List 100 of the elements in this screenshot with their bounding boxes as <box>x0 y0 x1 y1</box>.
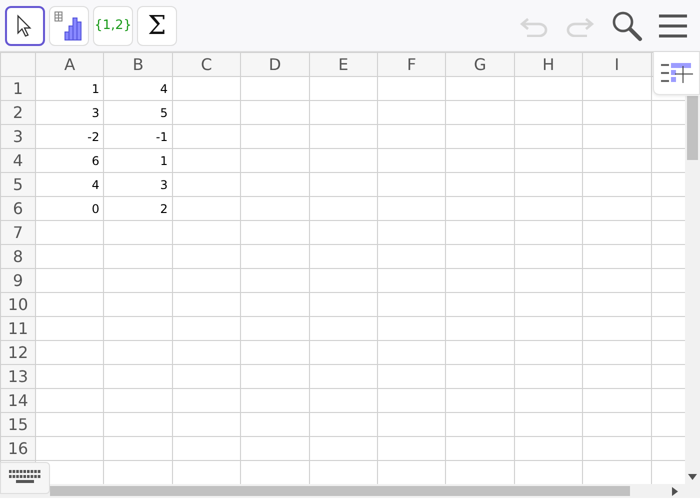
table-cell[interactable] <box>240 244 310 268</box>
column-header[interactable]: H <box>514 52 583 76</box>
table-cell[interactable] <box>309 76 378 100</box>
column-header[interactable]: B <box>104 52 172 76</box>
table-cell[interactable] <box>446 292 514 316</box>
table-cell[interactable] <box>446 364 514 388</box>
table-cell[interactable] <box>582 172 652 196</box>
table-cell[interactable] <box>36 436 104 460</box>
table-cell[interactable] <box>446 388 514 412</box>
table-cell[interactable]: 4 <box>104 76 172 100</box>
table-cell[interactable]: 3 <box>36 100 104 124</box>
table-cell[interactable] <box>240 172 310 196</box>
table-cell[interactable] <box>309 364 378 388</box>
row-header[interactable]: 1 <box>0 76 36 100</box>
table-cell[interactable] <box>104 268 172 292</box>
table-cell[interactable] <box>172 148 241 172</box>
table-cell[interactable] <box>377 124 446 148</box>
column-header[interactable]: I <box>582 52 652 76</box>
table-cell[interactable] <box>104 340 172 364</box>
table-cell[interactable] <box>309 124 378 148</box>
table-cell[interactable] <box>377 220 446 244</box>
table-cell[interactable]: 3 <box>104 172 172 196</box>
table-cell[interactable] <box>377 388 446 412</box>
table-cell[interactable] <box>104 220 172 244</box>
table-cell[interactable] <box>582 124 652 148</box>
row-header[interactable]: 13 <box>0 364 36 388</box>
table-cell[interactable] <box>172 388 241 412</box>
table-cell[interactable] <box>104 436 172 460</box>
table-cell[interactable] <box>377 76 446 100</box>
sum-tool-button[interactable]: Σ <box>137 6 177 46</box>
table-cell[interactable]: 1 <box>104 148 172 172</box>
table-cell[interactable] <box>446 316 514 340</box>
table-cell[interactable] <box>582 436 652 460</box>
table-cell[interactable] <box>514 196 583 220</box>
table-cell[interactable] <box>309 316 378 340</box>
table-cell[interactable] <box>514 76 583 100</box>
table-cell[interactable] <box>446 412 514 436</box>
table-cell[interactable] <box>240 124 310 148</box>
table-cell[interactable] <box>446 244 514 268</box>
search-button[interactable] <box>611 10 643 42</box>
row-header[interactable]: 7 <box>0 220 36 244</box>
table-cell[interactable] <box>309 148 378 172</box>
scroll-down-icon[interactable] <box>688 474 697 480</box>
table-cell[interactable] <box>36 292 104 316</box>
row-header[interactable]: 3 <box>0 124 36 148</box>
table-cell[interactable] <box>240 364 310 388</box>
table-cell[interactable] <box>514 436 583 460</box>
column-header[interactable]: D <box>240 52 310 76</box>
table-cell[interactable] <box>446 196 514 220</box>
row-header[interactable]: 6 <box>0 196 36 220</box>
row-header[interactable]: 5 <box>0 172 36 196</box>
table-cell[interactable] <box>377 436 446 460</box>
table-cell[interactable] <box>240 340 310 364</box>
table-cell[interactable] <box>514 244 583 268</box>
table-cell[interactable] <box>446 340 514 364</box>
table-cell[interactable]: 0 <box>36 196 104 220</box>
table-cell[interactable] <box>36 412 104 436</box>
table-cell[interactable] <box>514 412 583 436</box>
table-cell[interactable] <box>514 220 583 244</box>
corner-cell[interactable] <box>0 52 36 76</box>
table-cell[interactable] <box>240 436 310 460</box>
row-header[interactable]: 16 <box>0 436 36 460</box>
table-cell[interactable] <box>514 316 583 340</box>
row-header[interactable]: 9 <box>0 268 36 292</box>
table-cell[interactable] <box>582 292 652 316</box>
table-cell[interactable] <box>172 100 241 124</box>
table-cell[interactable] <box>172 412 241 436</box>
table-cell[interactable] <box>582 148 652 172</box>
table-cell[interactable] <box>377 100 446 124</box>
table-cell[interactable] <box>172 172 241 196</box>
table-cell[interactable] <box>582 316 652 340</box>
table-cell[interactable] <box>446 76 514 100</box>
table-cell[interactable] <box>446 100 514 124</box>
table-cell[interactable] <box>582 388 652 412</box>
chart-tool-button[interactable] <box>49 6 89 46</box>
table-cell[interactable] <box>446 268 514 292</box>
column-header[interactable]: G <box>446 52 514 76</box>
table-cell[interactable] <box>514 340 583 364</box>
table-cell[interactable] <box>240 148 310 172</box>
table-cell[interactable]: 6 <box>36 148 104 172</box>
row-header[interactable]: 11 <box>0 316 36 340</box>
table-cell[interactable] <box>377 244 446 268</box>
table-cell[interactable] <box>582 364 652 388</box>
table-cell[interactable] <box>309 340 378 364</box>
table-cell[interactable] <box>240 76 310 100</box>
table-cell[interactable] <box>172 196 241 220</box>
table-cell[interactable] <box>36 364 104 388</box>
table-cell[interactable] <box>514 292 583 316</box>
table-cell[interactable] <box>104 364 172 388</box>
horizontal-scrollbar[interactable] <box>0 484 700 498</box>
table-cell[interactable] <box>240 412 310 436</box>
menu-button[interactable] <box>659 14 687 38</box>
table-cell[interactable] <box>377 196 446 220</box>
table-cell[interactable]: 5 <box>104 100 172 124</box>
table-cell[interactable] <box>104 388 172 412</box>
table-cell[interactable] <box>172 292 241 316</box>
move-tool-button[interactable] <box>5 6 45 46</box>
table-cell[interactable] <box>309 244 378 268</box>
table-cell[interactable] <box>377 412 446 436</box>
table-cell[interactable] <box>36 316 104 340</box>
